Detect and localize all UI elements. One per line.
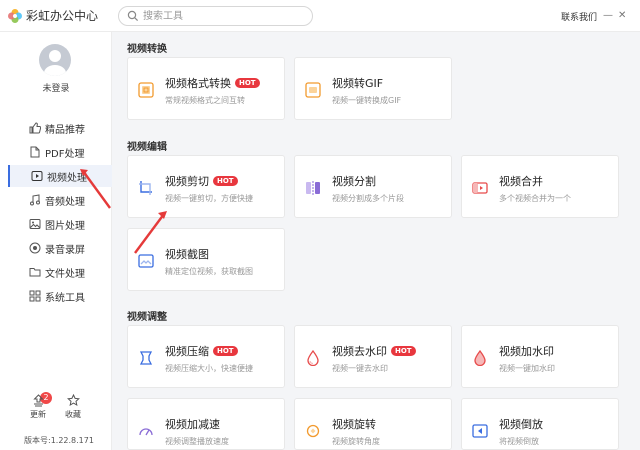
card-title: 视频加水印	[499, 345, 554, 358]
hot-badge: HOT	[213, 346, 238, 356]
card-video-speed[interactable]: 视频加减速 视频调整播放速度	[127, 398, 285, 450]
video-icon	[31, 171, 43, 181]
sidebar: 未登录 精品推荐 PDF处理 视频处理 音频处理 图片处理 录音录屏 文件处理 …	[0, 32, 112, 450]
section-title-video-adjust: 视频调整	[127, 312, 167, 323]
sidebar-item-system[interactable]: 系统工具	[8, 285, 112, 307]
sidebar-item-file[interactable]: 文件处理	[8, 261, 112, 283]
card-desc: 视频一键转换成GIF	[332, 96, 402, 105]
sidebar-item-label: 录音录屏	[45, 244, 85, 256]
avatar[interactable]	[39, 44, 71, 76]
card-video-to-gif[interactable]: 视频转GIF 视频一键转换成GIF	[294, 57, 452, 120]
sidebar-item-pdf[interactable]: PDF处理	[8, 141, 112, 163]
title-bar: 彩虹办公中心 联系我们 —✕	[0, 0, 640, 32]
thumbs-up-icon	[29, 122, 41, 134]
contact-us-link[interactable]: 联系我们	[561, 10, 597, 23]
card-video-reverse[interactable]: 视频倒放 将视频倒放	[461, 398, 619, 450]
card-desc: 常规视频格式之间互转	[165, 96, 245, 105]
image-icon	[29, 219, 41, 229]
merge-icon	[472, 182, 488, 194]
format-convert-icon	[138, 82, 154, 98]
grid-icon	[29, 290, 41, 302]
card-title: 视频剪切	[165, 175, 209, 188]
hot-badge: HOT	[213, 176, 238, 186]
window-controls: —✕	[603, 10, 631, 21]
card-desc: 视频一键去水印	[332, 364, 388, 373]
version-label: 版本号:1.22.8.171	[24, 436, 94, 445]
card-desc: 将视频倒放	[499, 437, 539, 446]
close-icon[interactable]: ✕	[618, 10, 631, 21]
card-video-merge[interactable]: 视频合并 多个视频合并为一个	[461, 155, 619, 218]
card-desc: 视频一键加水印	[499, 364, 555, 373]
sidebar-item-label: 系统工具	[45, 292, 85, 304]
search-icon	[127, 10, 139, 22]
favorite-label: 收藏	[65, 410, 81, 419]
search-box[interactable]	[118, 6, 313, 26]
compress-icon	[139, 351, 153, 365]
music-icon	[30, 194, 40, 206]
card-title: 视频加减速	[165, 418, 220, 431]
card-desc: 视频一键剪切，方便快捷	[165, 194, 253, 203]
sidebar-item-recommended[interactable]: 精品推荐	[8, 117, 112, 139]
sidebar-item-image[interactable]: 图片处理	[8, 213, 112, 235]
reverse-icon	[472, 424, 488, 438]
card-desc: 多个视频合并为一个	[499, 194, 571, 203]
sidebar-item-label: 图片处理	[45, 220, 85, 232]
card-title: 视频压缩	[165, 345, 209, 358]
card-desc: 视频调整播放速度	[165, 437, 229, 446]
card-title: 视频格式转换	[165, 77, 231, 90]
card-title: 视频旋转	[332, 418, 376, 431]
sidebar-item-label: 音频处理	[45, 196, 85, 208]
speed-icon	[139, 428, 153, 436]
favorite-button[interactable]: 收藏	[58, 393, 88, 420]
card-title: 视频倒放	[499, 418, 543, 431]
record-icon	[29, 242, 41, 254]
section-title-video-edit: 视频编辑	[127, 142, 167, 153]
card-video-rotate[interactable]: 视频旋转 视频旋转角度	[294, 398, 452, 450]
remove-watermark-icon	[307, 350, 319, 366]
card-video-cut[interactable]: 视频剪切 HOT 视频一键剪切，方便快捷	[127, 155, 285, 218]
folder-icon	[29, 268, 41, 277]
card-desc: 精准定位视频，获取截图	[165, 267, 253, 276]
card-desc: 视频分割成多个片段	[332, 194, 404, 203]
update-icon	[32, 394, 44, 407]
update-label: 更新	[30, 410, 46, 419]
card-title: 视频转GIF	[332, 77, 384, 90]
card-desc: 视频旋转角度	[332, 437, 380, 446]
card-add-watermark[interactable]: 视频加水印 视频一键加水印	[461, 325, 619, 388]
card-video-split[interactable]: 视频分割 视频分割成多个片段	[294, 155, 452, 218]
star-icon	[66, 393, 80, 406]
search-input[interactable]	[143, 8, 303, 24]
split-icon	[306, 181, 320, 195]
app-logo-icon	[8, 9, 22, 23]
sidebar-item-label: 精品推荐	[45, 124, 85, 136]
hot-badge: HOT	[391, 346, 416, 356]
app-title: 彩虹办公中心	[26, 9, 99, 23]
sidebar-item-recording[interactable]: 录音录屏	[8, 237, 112, 259]
sidebar-item-label: PDF处理	[45, 148, 85, 160]
add-watermark-icon	[474, 350, 486, 366]
cut-icon	[139, 181, 152, 195]
card-title: 视频分割	[332, 175, 376, 188]
card-video-format-convert[interactable]: 视频格式转换 HOT 常规视频格式之间互转	[127, 57, 285, 120]
sidebar-item-label: 文件处理	[45, 268, 85, 280]
minimize-icon[interactable]: —	[603, 10, 618, 21]
user-icon	[44, 50, 66, 76]
login-status[interactable]: 未登录	[0, 81, 112, 94]
section-title-video-convert: 视频转换	[127, 44, 167, 55]
card-title: 视频截图	[165, 248, 209, 261]
card-title: 视频去水印	[332, 345, 387, 358]
rotate-icon	[306, 424, 320, 438]
hot-badge: HOT	[235, 78, 260, 88]
annotation-arrow-card	[134, 211, 167, 254]
card-desc: 视频压缩大小，快速便捷	[165, 364, 253, 373]
card-video-compress[interactable]: 视频压缩 HOT 视频压缩大小，快速便捷	[127, 325, 285, 388]
card-remove-watermark[interactable]: 视频去水印 HOT 视频一键去水印	[294, 325, 452, 388]
annotation-arrow-sidebar	[80, 169, 111, 209]
update-button[interactable]: 更新	[23, 394, 53, 420]
gif-icon	[305, 82, 321, 98]
card-title: 视频合并	[499, 175, 543, 188]
document-icon	[30, 146, 40, 158]
